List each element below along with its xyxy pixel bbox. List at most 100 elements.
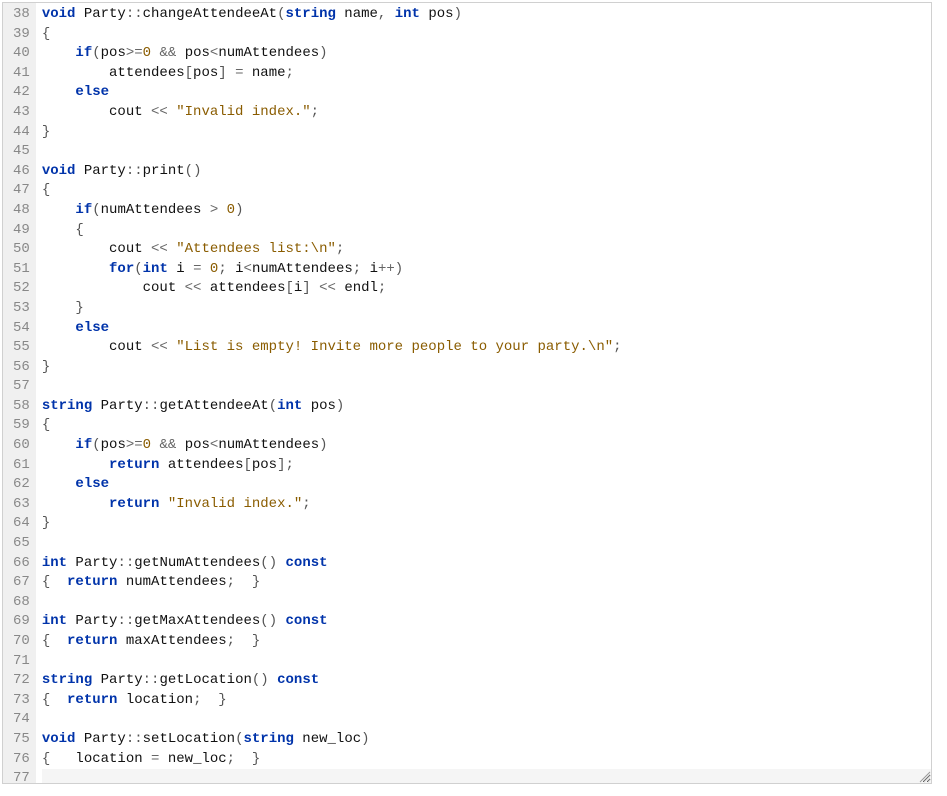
code-line[interactable] (42, 593, 931, 613)
code-line[interactable] (42, 710, 931, 730)
token-ident: pos (193, 65, 218, 81)
code-line[interactable]: int Party::getNumAttendees() const (42, 554, 931, 574)
line-number: 45 (13, 142, 30, 162)
token-ident (42, 496, 109, 512)
token-type: int (42, 613, 67, 629)
token-type: int (395, 6, 420, 22)
code-line[interactable]: { (42, 25, 931, 45)
line-number: 59 (13, 416, 30, 436)
token-punct: { (42, 574, 50, 590)
token-ident: numAttendees (252, 261, 353, 277)
code-line[interactable]: if(pos>=0 && pos<numAttendees) (42, 436, 931, 456)
token-op: << (185, 280, 210, 296)
token-punct: { (42, 26, 50, 42)
token-ident: numAttendees (117, 574, 226, 590)
token-punct: ; (378, 280, 386, 296)
code-line[interactable]: cout << "List is empty! Invite more peop… (42, 338, 931, 358)
code-line[interactable]: cout << "Attendees list:\n"; (42, 240, 931, 260)
line-number: 63 (13, 495, 30, 515)
code-line[interactable]: { return numAttendees; } (42, 573, 931, 593)
token-ident: location (117, 692, 193, 708)
token-ident (42, 261, 109, 277)
line-number: 67 (13, 573, 30, 593)
code-line[interactable]: else (42, 83, 931, 103)
code-line[interactable] (42, 534, 931, 554)
token-punct: ; (218, 261, 235, 277)
token-op: ++ (378, 261, 395, 277)
line-number: 52 (13, 279, 30, 299)
code-line[interactable]: attendees[pos] = name; (42, 64, 931, 84)
line-number: 39 (13, 25, 30, 45)
token-ident: name (336, 6, 378, 22)
line-number: 49 (13, 221, 30, 241)
token-ident (50, 692, 67, 708)
code-line[interactable]: cout << attendees[i] << endl; (42, 279, 931, 299)
token-ident: Party (67, 613, 117, 629)
code-line[interactable]: } (42, 514, 931, 534)
code-line[interactable]: string Party::getLocation() const (42, 671, 931, 691)
token-ident: maxAttendees (117, 633, 226, 649)
token-type: void (42, 6, 76, 22)
token-punct: { (42, 692, 50, 708)
token-ident (50, 633, 67, 649)
code-line[interactable] (42, 769, 931, 783)
token-ident: getLocation (159, 672, 251, 688)
token-ident: getNumAttendees (134, 555, 260, 571)
code-line[interactable] (42, 142, 931, 162)
code-line[interactable]: else (42, 319, 931, 339)
token-ident (42, 320, 76, 336)
code-line[interactable]: void Party::changeAttendeeAt(string name… (42, 5, 931, 25)
token-ident: print (143, 163, 185, 179)
token-punct: { (42, 751, 50, 767)
token-op: << (151, 339, 176, 355)
token-num: 0 (143, 437, 151, 453)
code-line[interactable]: { (42, 221, 931, 241)
code-line[interactable]: { (42, 181, 931, 201)
token-const-kw: const (286, 613, 328, 629)
code-line[interactable]: void Party::print() (42, 162, 931, 182)
token-punct: { (42, 182, 50, 198)
line-number: 65 (13, 534, 30, 554)
code-line[interactable]: { return maxAttendees; } (42, 632, 931, 652)
token-op: = (227, 65, 252, 81)
token-ident: pos (185, 437, 210, 453)
token-punct: () (252, 672, 277, 688)
code-line[interactable] (42, 377, 931, 397)
line-number: 68 (13, 593, 30, 613)
token-kw: return (67, 692, 117, 708)
line-number: 48 (13, 201, 30, 221)
line-number: 50 (13, 240, 30, 260)
line-number: 60 (13, 436, 30, 456)
code-line[interactable] (42, 652, 931, 672)
token-punct: ; (353, 261, 370, 277)
token-type: int (277, 398, 302, 414)
code-line[interactable]: } (42, 299, 931, 319)
code-line[interactable]: void Party::setLocation(string new_loc) (42, 730, 931, 750)
line-number: 73 (13, 691, 30, 711)
line-number: 57 (13, 377, 30, 397)
token-kw: return (109, 457, 159, 473)
code-line[interactable]: { (42, 416, 931, 436)
code-line[interactable]: for(int i = 0; i<numAttendees; i++) (42, 260, 931, 280)
code-line[interactable]: else (42, 475, 931, 495)
token-ident: cout (42, 339, 151, 355)
code-line[interactable]: } (42, 358, 931, 378)
line-number: 64 (13, 514, 30, 534)
code-line[interactable]: { location = new_loc; } (42, 750, 931, 770)
token-punct: ; } (193, 692, 227, 708)
token-punct: ; } (227, 751, 261, 767)
code-line[interactable]: int Party::getMaxAttendees() const (42, 612, 931, 632)
code-line[interactable]: if(numAttendees > 0) (42, 201, 931, 221)
token-punct: [ (285, 280, 293, 296)
code-line[interactable]: { return location; } (42, 691, 931, 711)
code-line[interactable]: } (42, 123, 931, 143)
code-line[interactable]: string Party::getAttendeeAt(int pos) (42, 397, 931, 417)
code-line[interactable]: return attendees[pos]; (42, 456, 931, 476)
code-line[interactable]: if(pos>=0 && pos<numAttendees) (42, 44, 931, 64)
token-ident (50, 574, 67, 590)
code-content-area[interactable]: void Party::changeAttendeeAt(string name… (36, 3, 931, 783)
code-line[interactable]: return "Invalid index."; (42, 495, 931, 515)
token-str: "Attendees list:\n" (176, 241, 336, 257)
code-line[interactable]: cout << "Invalid index."; (42, 103, 931, 123)
code-editor[interactable]: 3839404142434445464748495051525354555657… (2, 2, 932, 784)
